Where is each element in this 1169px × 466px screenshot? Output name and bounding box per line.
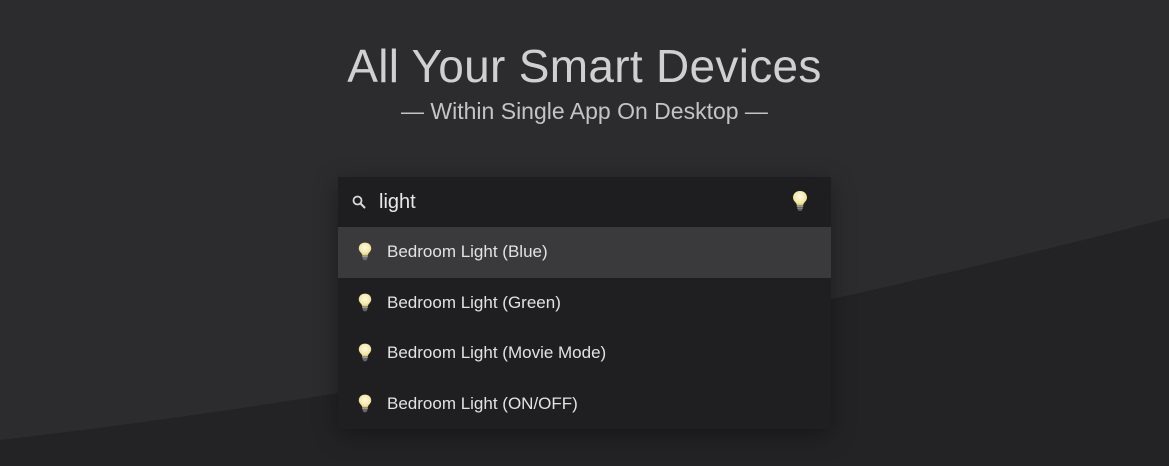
result-item[interactable]: Bedroom Light (Green) (338, 278, 831, 329)
light-bulb-icon (358, 394, 372, 412)
app-window: All Your Smart Devices — Within Single A… (0, 0, 1169, 466)
hero: All Your Smart Devices — Within Single A… (0, 36, 1169, 126)
search-bar (338, 177, 831, 227)
launcher-panel: Bedroom Light (Blue) Be (338, 177, 831, 429)
light-bulb-icon (358, 343, 372, 362)
result-item[interactable]: Bedroom Light (ON/OFF) (338, 379, 831, 430)
search-icon (352, 195, 366, 209)
result-label: Bedroom Light (Green) (387, 292, 561, 312)
search-input[interactable] (379, 187, 759, 217)
light-bulb-icon (793, 191, 807, 211)
result-label: Bedroom Light (Movie Mode) (387, 343, 607, 362)
result-item[interactable]: Bedroom Light (Blue) (338, 227, 831, 278)
light-bulb-icon (358, 242, 372, 261)
result-label: Bedroom Light (ON/OFF) (387, 393, 578, 413)
page-title: All Your Smart Devices (347, 40, 822, 92)
result-item[interactable]: Bedroom Light (Movie Mode) (338, 328, 831, 379)
page-subtitle: — Within Single App On Desktop — (401, 98, 768, 124)
light-bulb-icon (358, 293, 372, 311)
result-label: Bedroom Light (Blue) (387, 242, 548, 261)
results-list: Bedroom Light (Blue) Bedroom Light (Gree… (338, 227, 831, 429)
